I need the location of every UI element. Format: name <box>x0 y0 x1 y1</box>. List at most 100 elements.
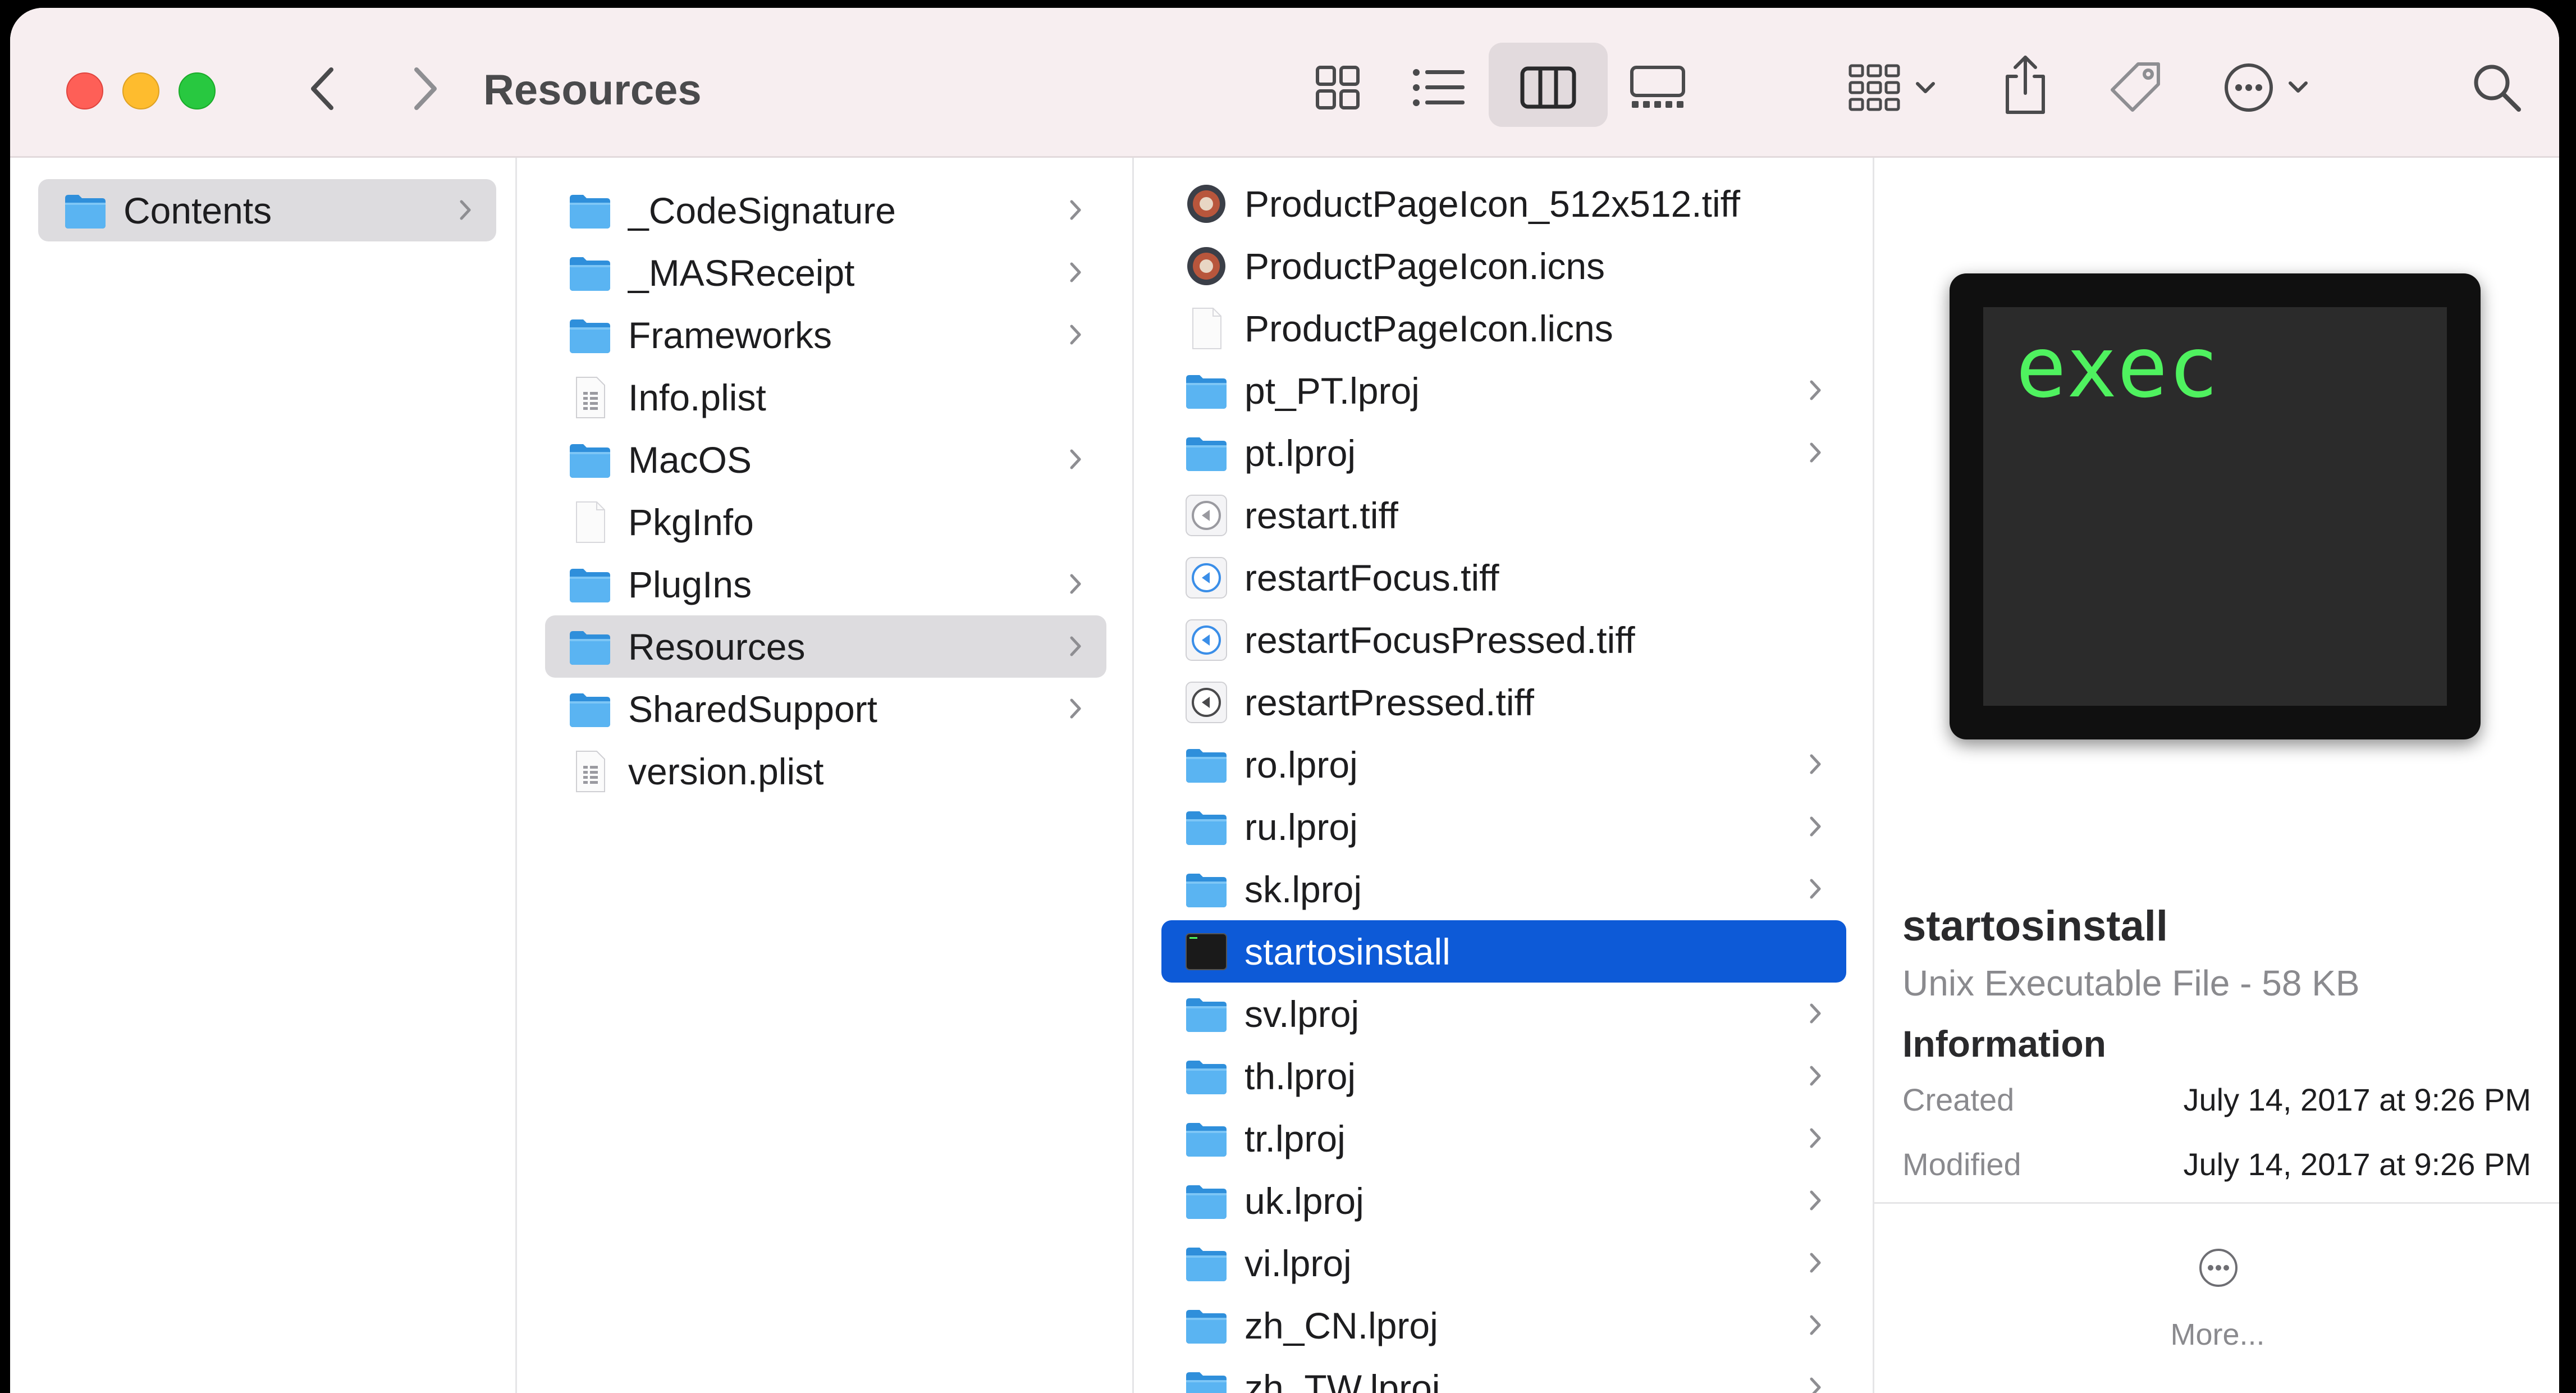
preview-file-name: startosinstall <box>1902 902 2168 950</box>
list-item[interactable]: _MASReceipt <box>545 241 1106 304</box>
list-item[interactable]: SharedSupport <box>545 678 1106 740</box>
list-item[interactable]: ProductPageIcon.icns <box>1161 235 1846 297</box>
folder-icon <box>1186 1185 1227 1219</box>
list-item[interactable]: sv.lproj <box>1161 983 1846 1045</box>
list-item[interactable]: MacOS <box>545 428 1106 491</box>
more-label[interactable]: More... <box>1874 1317 2559 1352</box>
item-icon <box>1184 742 1229 787</box>
list-item[interactable]: pt.lproj <box>1161 422 1846 484</box>
folder-icon <box>570 693 610 727</box>
list-item[interactable]: Frameworks <box>545 304 1106 366</box>
chevron-right-icon <box>1810 442 1821 463</box>
share-button[interactable] <box>1992 48 2059 121</box>
folder-icon <box>1186 1372 1227 1393</box>
column-resources[interactable]: ProductPageIcon_512x512.tiff ProductPageI… <box>1132 158 1873 1393</box>
list-item[interactable]: sk.lproj <box>1161 858 1846 920</box>
list-item[interactable]: ro.lproj <box>1161 733 1846 796</box>
list-item[interactable]: startosinstall <box>1161 920 1846 983</box>
list-view-button[interactable] <box>1402 54 1475 121</box>
item-icon <box>1184 1365 1229 1393</box>
list-item[interactable]: restartFocus.tiff <box>1161 546 1846 609</box>
terminal-screen: exec <box>1983 307 2447 706</box>
close-button[interactable] <box>66 72 103 109</box>
chevron-right-icon <box>1810 1190 1821 1211</box>
list-item[interactable]: ProductPageIcon.licns <box>1161 297 1846 359</box>
item-icon <box>1184 306 1229 351</box>
item-label: startosinstall <box>1244 930 1451 972</box>
list-item[interactable]: restartPressed.tiff <box>1161 671 1846 733</box>
item-label: sv.lproj <box>1244 993 1360 1035</box>
list-item[interactable]: tr.lproj <box>1161 1107 1846 1170</box>
item-icon <box>568 624 612 669</box>
search-button[interactable] <box>2463 54 2531 121</box>
column-contents[interactable]: Contents <box>10 158 514 1393</box>
list-item[interactable]: _CodeSignature <box>545 179 1106 241</box>
tag-button[interactable] <box>2098 54 2171 121</box>
list-item[interactable]: Info.plist <box>545 366 1106 428</box>
icon-view-button[interactable] <box>1301 54 1374 121</box>
folder-icon <box>1186 811 1227 845</box>
item-icon <box>1184 867 1229 912</box>
item-icon <box>568 313 612 358</box>
minimize-button[interactable] <box>122 72 159 109</box>
chevron-right-icon <box>1810 1128 1821 1148</box>
folder-icon <box>1186 748 1227 783</box>
tag-icon <box>2111 62 2160 112</box>
list-item[interactable]: Contents <box>38 179 496 241</box>
restart-button-icon <box>1186 556 1227 599</box>
gallery-view-button[interactable] <box>1621 54 1694 121</box>
list-item[interactable]: zh_TW.lproj <box>1161 1357 1846 1393</box>
item-label: ro.lproj <box>1244 743 1358 785</box>
list-item[interactable]: restart.tiff <box>1161 484 1846 546</box>
list-item[interactable]: pt_PT.lproj <box>1161 359 1846 422</box>
item-icon <box>1184 368 1229 413</box>
list-item[interactable]: th.lproj <box>1161 1045 1846 1107</box>
column-app-contents[interactable]: _CodeSignature _MASReceipt Frameworks Info.… <box>515 158 1132 1393</box>
more-button[interactable] <box>2198 1247 2239 1291</box>
action-button[interactable] <box>2216 54 2323 121</box>
item-icon <box>568 749 612 794</box>
chevron-right-icon <box>1070 262 1081 282</box>
information-heading: Information <box>1902 1023 2106 1065</box>
column-view-button[interactable] <box>1512 54 1585 121</box>
zoom-button[interactable] <box>179 72 216 109</box>
item-label: zh_CN.lproj <box>1244 1304 1438 1346</box>
list-item[interactable]: vi.lproj <box>1161 1232 1846 1294</box>
list-item[interactable]: Resources <box>545 615 1106 678</box>
item-label: ru.lproj <box>1244 806 1358 848</box>
item-icon <box>568 562 612 607</box>
list-item[interactable]: PlugIns <box>545 553 1106 615</box>
folder-icon <box>570 568 610 602</box>
column-view-icon <box>1520 66 1576 109</box>
plist-file-icon <box>576 750 605 792</box>
forward-button[interactable] <box>397 62 451 116</box>
back-button[interactable] <box>296 62 350 116</box>
folder-icon <box>1186 1309 1227 1344</box>
chevron-right-icon <box>414 67 437 110</box>
list-item[interactable]: zh_CN.lproj <box>1161 1294 1846 1357</box>
item-icon <box>568 188 612 233</box>
ellipsis-circle-icon <box>2225 63 2308 112</box>
item-label: restartFocusPressed.tiff <box>1244 619 1635 661</box>
item-icon <box>568 375 612 420</box>
share-icon <box>2006 56 2045 114</box>
list-item[interactable]: uk.lproj <box>1161 1170 1846 1232</box>
folder-icon <box>1186 998 1227 1032</box>
folder-icon <box>570 444 610 478</box>
chevron-right-icon <box>1810 754 1821 774</box>
list-item[interactable]: PkgInfo <box>545 491 1106 553</box>
finder-window: Resources Contents _CodeSignature _MASRe… <box>10 8 2559 1393</box>
list-item[interactable]: version.plist <box>545 740 1106 802</box>
group-button[interactable] <box>1840 54 1947 121</box>
folder-icon <box>1186 374 1227 409</box>
item-label: SharedSupport <box>628 688 877 730</box>
chevron-right-icon <box>1810 1003 1821 1024</box>
chevron-right-icon <box>1810 1066 1821 1086</box>
search-icon <box>2474 65 2521 112</box>
list-item[interactable]: ProductPageIcon_512x512.tiff <box>1161 172 1846 235</box>
folder-icon <box>1186 873 1227 907</box>
list-item[interactable]: restartFocusPressed.tiff <box>1161 609 1846 671</box>
item-label: pt.lproj <box>1244 432 1356 474</box>
item-icon <box>1184 618 1229 663</box>
list-item[interactable]: ru.lproj <box>1161 796 1846 858</box>
